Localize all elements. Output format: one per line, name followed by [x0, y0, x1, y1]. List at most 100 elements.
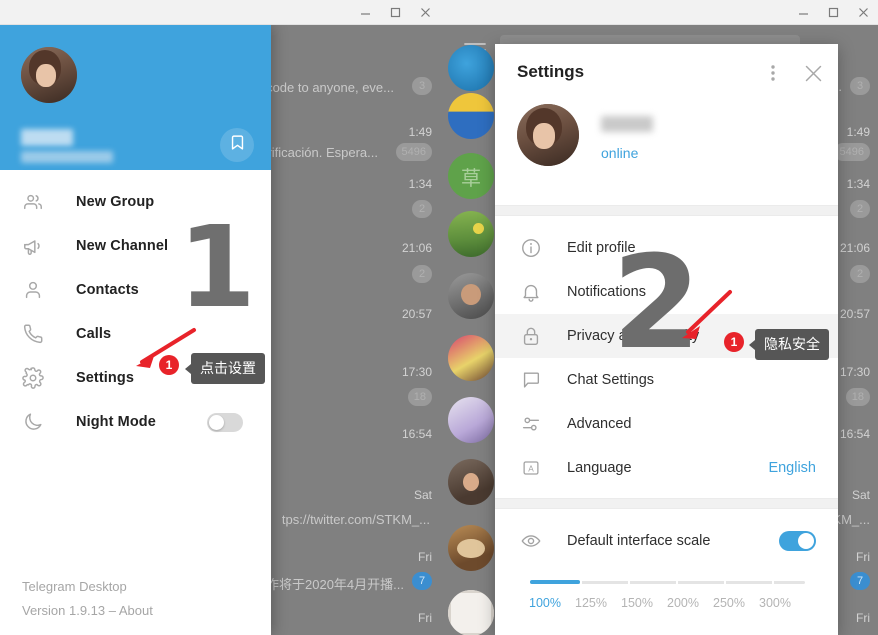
maximize-button[interactable]: [380, 0, 410, 24]
avatar[interactable]: [448, 273, 494, 319]
avatar[interactable]: [448, 459, 494, 505]
right-telegram-window: 草 e... 3 1:49 5496 1:34 2 21:06 2 20:57 …: [440, 0, 878, 635]
scale-option-150[interactable]: 150%: [614, 596, 660, 610]
about-link[interactable]: About: [119, 603, 153, 618]
chat-time: 16:54: [401, 427, 432, 441]
scale-option-250[interactable]: 250%: [706, 596, 752, 610]
info-circle-icon: [520, 237, 550, 259]
settings-dialog-actions: [758, 58, 828, 88]
chat-time: Fri: [856, 550, 870, 564]
chat-time: 17:30: [401, 365, 432, 379]
close-button[interactable]: [848, 0, 878, 24]
chat-bubble-icon: [520, 369, 550, 391]
settings-item-language[interactable]: A Language English: [495, 446, 838, 490]
avatar[interactable]: [448, 590, 494, 635]
sidebar-item-night-mode[interactable]: Night Mode: [0, 400, 271, 444]
sidebar-item-label: New Group: [76, 194, 155, 210]
chat-unread-badge: 5496: [833, 143, 870, 161]
slider-tick: [627, 581, 630, 584]
more-vertical-button[interactable]: [758, 58, 788, 88]
lock-icon: [520, 325, 550, 347]
settings-item-label: Language: [567, 460, 632, 476]
avatar[interactable]: [448, 93, 494, 139]
chat-time: Fri: [856, 611, 870, 625]
annotation-tooltip-2: 隐私安全: [749, 329, 829, 360]
saved-messages-button[interactable]: [220, 128, 254, 162]
chat-snippet: code to anyone, eve...: [266, 80, 394, 95]
sidebar-item-label: Calls: [76, 326, 112, 342]
slider-tick: [675, 581, 678, 584]
red-arrow-2: [682, 290, 732, 339]
chat-unread-badge: 2: [850, 265, 870, 283]
chat-unread-badge: 7: [850, 572, 870, 590]
chat-time: 1:49: [846, 125, 870, 139]
avatar[interactable]: [21, 47, 77, 103]
maximize-button[interactable]: [818, 0, 848, 24]
settings-item-default-interface-scale[interactable]: Default interface scale: [495, 519, 838, 563]
minimize-button[interactable]: [788, 0, 818, 24]
slider-tick: [579, 581, 582, 584]
scale-option-200[interactable]: 200%: [660, 596, 706, 610]
avatar[interactable]: [448, 525, 494, 571]
sliders-icon: [520, 413, 550, 435]
chat-unread-badge: 7: [412, 572, 432, 590]
interface-scale-section: Default interface scale 100% 125% 150% 2…: [495, 509, 838, 618]
scale-option-300[interactable]: 300%: [752, 596, 798, 610]
sidebar-profile-header[interactable]: [0, 25, 271, 170]
chat-time: Fri: [418, 550, 432, 564]
chat-time: 20:57: [839, 307, 870, 321]
annotation-badge-1: 1: [159, 355, 179, 375]
svg-text:A: A: [528, 464, 534, 473]
scale-option-125[interactable]: 125%: [568, 596, 614, 610]
people-icon: [22, 191, 56, 213]
settings-item-advanced[interactable]: Advanced: [495, 402, 838, 446]
minimize-button[interactable]: [350, 0, 380, 24]
chat-unread-badge: 2: [412, 200, 432, 218]
interface-scale-slider[interactable]: 100% 125% 150% 200% 250% 300%: [495, 563, 838, 610]
megaphone-icon: [22, 235, 56, 257]
chat-unread-badge: 2: [412, 265, 432, 283]
chat-time: 20:57: [401, 307, 432, 321]
chat-unread-badge: 5496: [395, 143, 432, 161]
chat-unread-badge: 2: [850, 200, 870, 218]
language-value[interactable]: English: [768, 460, 816, 476]
close-button[interactable]: [798, 58, 828, 88]
avatar[interactable]: [448, 211, 494, 257]
slider-track[interactable]: [530, 580, 805, 584]
night-mode-toggle[interactable]: [207, 413, 243, 432]
settings-profile-section: online: [495, 100, 838, 205]
avatar[interactable]: 草: [448, 153, 494, 199]
avatar[interactable]: [448, 335, 494, 381]
moon-icon: [22, 411, 56, 433]
slider-labels: 100% 125% 150% 200% 250% 300%: [520, 596, 813, 610]
slider-tick: [723, 581, 726, 584]
annotation-tooltip-1: 点击设置: [185, 353, 265, 384]
slider-fill: [530, 580, 580, 584]
chat-snippet: 作将于2020年4月开播...: [266, 577, 404, 592]
avatar[interactable]: [517, 104, 579, 166]
scale-option-100[interactable]: 100%: [522, 596, 568, 610]
chat-time: Fri: [418, 611, 432, 625]
gear-icon: [22, 367, 56, 389]
chat-time: 1:34: [408, 177, 432, 191]
chat-snippet: rificación. Espera...: [267, 145, 378, 160]
chat-time: 1:49: [408, 125, 432, 139]
right-window-titlebar: [440, 0, 878, 25]
close-button[interactable]: [410, 0, 440, 24]
avatar[interactable]: [448, 397, 494, 443]
sidebar-footer: Telegram Desktop Version 1.9.13 – About: [22, 575, 153, 623]
chat-time: 21:06: [839, 241, 870, 255]
settings-dialog-header: Settings: [495, 44, 838, 100]
chat-time: Sat: [851, 488, 870, 502]
section-divider: [495, 498, 838, 509]
person-icon: [22, 279, 56, 301]
chat-unread-badge: 3: [850, 77, 870, 95]
chat-time: 1:34: [846, 177, 870, 191]
interface-scale-toggle[interactable]: [779, 531, 816, 551]
avatar[interactable]: [448, 45, 494, 91]
sidebar-item-label: New Channel: [76, 238, 169, 254]
app-version-label: Version 1.9.13 – About: [22, 599, 153, 623]
profile-name-redacted: [21, 129, 73, 146]
online-status: online: [601, 145, 639, 161]
chat-time: 17:30: [839, 365, 870, 379]
